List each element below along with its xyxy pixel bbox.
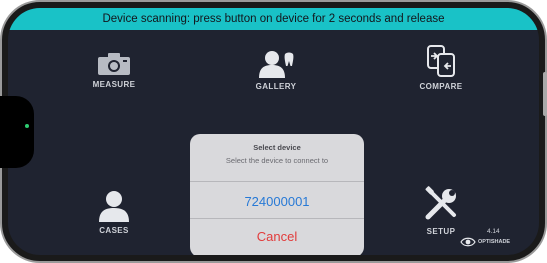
cases-label: CASES <box>99 226 129 235</box>
device-option-button[interactable]: 724000001 <box>190 194 364 209</box>
brand-logo: OPTISHADE <box>460 237 510 247</box>
compare-tile[interactable]: COMPARE <box>376 44 506 91</box>
gallery-tooth-icon <box>259 51 294 78</box>
gallery-tile[interactable]: GALLERY <box>211 50 341 91</box>
camera-notch <box>0 96 34 168</box>
eye-logo-icon <box>460 237 476 247</box>
camera-indicator <box>25 124 29 128</box>
measure-tile[interactable]: MEASURE <box>49 52 179 89</box>
compare-label: COMPARE <box>419 82 463 91</box>
measure-label: MEASURE <box>92 80 136 89</box>
cancel-button[interactable]: Cancel <box>190 229 364 244</box>
dialog-message: Select the device to connect to <box>225 156 329 165</box>
select-device-dialog: Select device Select the device to conne… <box>190 134 364 255</box>
app-screen: Device scanning: press button on device … <box>8 8 539 255</box>
scan-banner: Device scanning: press button on device … <box>8 8 539 30</box>
version-label: 4.14 <box>487 228 500 235</box>
cases-tile[interactable]: CASES <box>49 190 179 235</box>
dialog-divider <box>190 181 364 182</box>
camera-icon <box>98 53 130 75</box>
compare-icon <box>427 45 455 77</box>
tools-icon <box>425 186 456 220</box>
user-icon <box>99 191 129 222</box>
brand-name: OPTISHADE <box>478 239 511 245</box>
side-button <box>543 72 547 116</box>
dialog-title: Select device <box>253 143 301 152</box>
gallery-label: GALLERY <box>255 82 297 91</box>
dialog-divider <box>190 218 364 219</box>
